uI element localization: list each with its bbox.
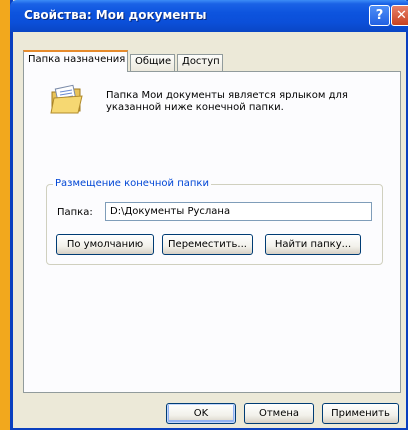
target-location-group: Размещение конечной папки Папка: По умол…	[46, 178, 383, 265]
folder-description: Папка Мои документы является ярлыком для…	[106, 90, 348, 113]
tab-sharing[interactable]: Доступ	[177, 54, 223, 71]
title-bar[interactable]: Свойства: Мои документы ? ✕	[10, 0, 408, 32]
properties-dialog: Свойства: Мои документы ? ✕ Папка назнач…	[10, 0, 408, 430]
cancel-button[interactable]: Отмена	[244, 403, 314, 424]
restore-default-button[interactable]: По умолчанию	[56, 234, 154, 255]
find-folder-button[interactable]: Найти папку...	[265, 234, 361, 255]
ok-button[interactable]: OK	[166, 403, 236, 424]
help-button[interactable]: ?	[369, 5, 390, 26]
group-legend: Размещение конечной папки	[53, 178, 211, 189]
apply-button[interactable]: Применить	[322, 403, 399, 424]
my-documents-folder-icon	[50, 84, 83, 114]
folder-path-label: Папка:	[57, 207, 93, 218]
tab-general[interactable]: Общие	[130, 54, 175, 71]
close-button[interactable]: ✕	[391, 5, 408, 26]
tab-panel: Папка Мои документы является ярлыком для…	[23, 71, 401, 393]
tab-target-folder[interactable]: Папка назначения	[23, 50, 128, 72]
move-button[interactable]: Переместить...	[162, 234, 253, 255]
folder-path-input[interactable]	[105, 202, 372, 221]
window-title: Свойства: Мои документы	[24, 8, 207, 22]
